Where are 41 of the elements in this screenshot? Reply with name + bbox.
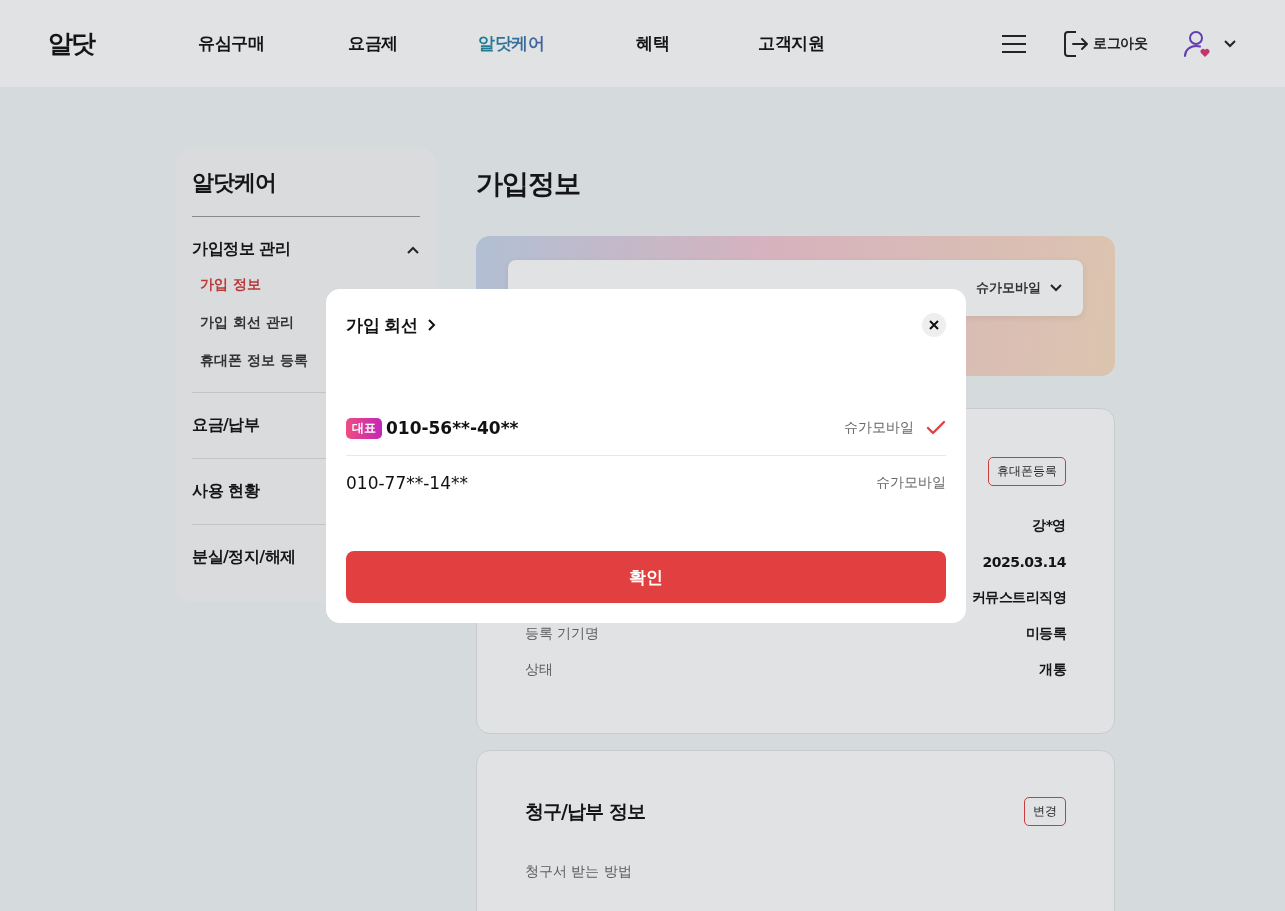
confirm-button[interactable]: 확인 [346, 551, 946, 603]
user-icon [1183, 28, 1213, 59]
card-title: 청구/납부 정보 [525, 798, 645, 824]
phone-register-button[interactable]: 휴대폰등록 [988, 457, 1066, 486]
field-label: 상태 [525, 661, 553, 679]
check-icon [926, 420, 946, 436]
carrier-name: 슈가모바일 [976, 279, 1041, 297]
phone-number: 010-56**-40** [386, 418, 519, 438]
chevron-up-icon [406, 244, 420, 255]
chevron-down-icon [1049, 283, 1063, 293]
menu-icon[interactable] [1001, 33, 1027, 54]
field-value: 커뮤스트리직영 [971, 589, 1066, 607]
nav-link[interactable]: 혜택 [636, 32, 758, 55]
change-button[interactable]: 변경 [1024, 797, 1066, 826]
field-label: 청구서 받는 방법 [525, 863, 632, 881]
phone-number: 010-77**-14** [346, 473, 468, 493]
close-icon [929, 320, 939, 330]
sidebar-item[interactable]: 가입 정보 [200, 276, 412, 294]
chevron-down-icon [1223, 38, 1237, 49]
page-title: 가입정보 [476, 167, 581, 201]
nav-link[interactable]: 유심구매 [198, 32, 348, 55]
chevron-right-icon [427, 318, 438, 332]
carrier-name: 슈가모바일 [876, 474, 946, 492]
dialog-title: 가입 회선 [346, 313, 418, 337]
field-value: 개통 [1039, 661, 1066, 679]
line-option[interactable]: 대표 010-56**-40** 슈가모바일 [346, 401, 946, 455]
nav-link[interactable]: 요금제 [348, 32, 478, 55]
nav-link[interactable]: 고객지원 [758, 32, 888, 55]
main-line-badge: 대표 [346, 417, 382, 439]
close-button[interactable] [922, 313, 946, 337]
field-label: 등록 기기명 [525, 625, 600, 643]
account-button[interactable] [1183, 28, 1237, 59]
line-option[interactable]: 010-77**-14** 슈가모바일 [346, 455, 946, 510]
field-value: 강*영 [1032, 517, 1066, 535]
logo[interactable]: 알닷 [48, 27, 198, 60]
field-value: 미등록 [1025, 625, 1066, 643]
logout-icon [1063, 29, 1089, 58]
logout-button[interactable]: 로그아웃 [1063, 29, 1147, 58]
field-value: 2025.03.14 [982, 554, 1066, 570]
carrier-name: 슈가모바일 [844, 419, 914, 437]
sidebar-title: 알닷케어 [192, 168, 420, 217]
